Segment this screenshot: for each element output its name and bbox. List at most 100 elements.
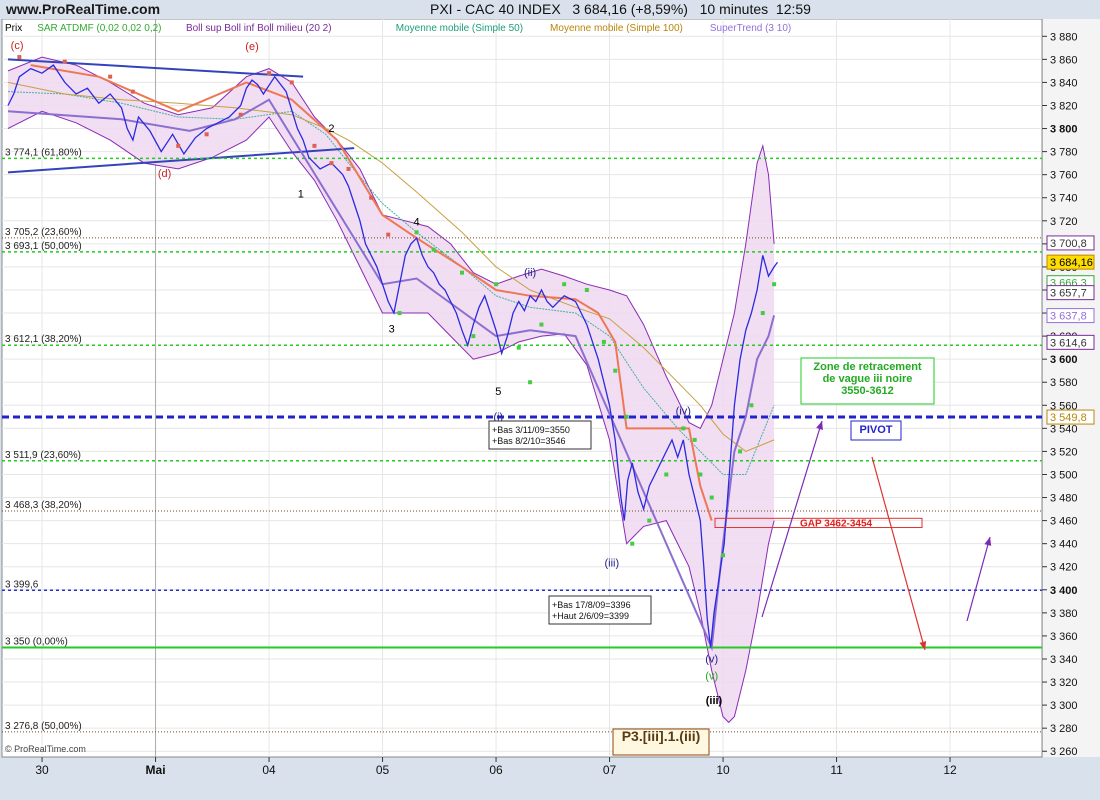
sar-dot bbox=[664, 472, 669, 477]
sar-dot bbox=[289, 80, 294, 85]
y-tick-label: 3 320 bbox=[1050, 677, 1078, 689]
y-tick-label: 3 440 bbox=[1050, 539, 1078, 551]
wave-label: (v) bbox=[705, 653, 718, 665]
sar-dot bbox=[494, 282, 499, 287]
fib-level-label: 3 350 (0,00%) bbox=[5, 636, 68, 647]
y-tick-label: 3 580 bbox=[1050, 377, 1078, 389]
legend-entry: Moyenne mobile (Simple 50) bbox=[396, 23, 523, 34]
x-tick-label: 05 bbox=[376, 763, 390, 777]
sar-dot bbox=[176, 143, 181, 148]
site-name: www.ProRealTime.com bbox=[6, 1, 161, 17]
price-tag-label: 3 614,6 bbox=[1050, 337, 1087, 349]
y-tick-label: 3 540 bbox=[1050, 423, 1078, 435]
wave-label: 1 bbox=[298, 189, 304, 201]
sar-dot bbox=[601, 339, 606, 344]
instrument-name: PXI - CAC 40 INDEX bbox=[430, 1, 561, 17]
x-tick-label: 10 bbox=[716, 763, 730, 777]
sar-dot bbox=[346, 166, 351, 171]
y-tick-label: 3 280 bbox=[1050, 723, 1078, 735]
y-tick-label: 3 500 bbox=[1050, 469, 1078, 481]
price-tag-label: 3 549,8 bbox=[1050, 412, 1087, 424]
instrument-title: PXI - CAC 40 INDEX 3 684,16 (+8,59%) 10 … bbox=[430, 1, 811, 17]
y-tick-label: 3 480 bbox=[1050, 493, 1078, 505]
fib-level-label: 3 511,9 (23,60%) bbox=[5, 450, 81, 461]
wave-label: 2 bbox=[328, 123, 334, 135]
sar-dot bbox=[772, 282, 777, 287]
bas-box-2-text: +Haut 2/6/09=3399 bbox=[552, 611, 629, 621]
sar-dot bbox=[709, 495, 714, 500]
y-tick-label: 3 260 bbox=[1050, 746, 1078, 758]
y-tick-label: 3 600 bbox=[1050, 354, 1078, 366]
fib-level-label: 3 399,6 bbox=[5, 579, 39, 590]
sar-dot bbox=[130, 89, 135, 94]
retracement-zone-box-text: de vague iii noire bbox=[823, 373, 913, 385]
wave-label: (iii) bbox=[604, 558, 619, 570]
y-tick-label: 3 760 bbox=[1050, 170, 1078, 182]
sar-dot bbox=[630, 541, 635, 546]
y-tick-label: 3 720 bbox=[1050, 216, 1078, 228]
sar-dot bbox=[267, 71, 272, 76]
sar-dot bbox=[460, 270, 464, 275]
y-tick-label: 3 780 bbox=[1050, 147, 1078, 159]
fib-level-label: 3 276,8 (50,00%) bbox=[5, 721, 82, 732]
y-tick-label: 3 820 bbox=[1050, 100, 1078, 112]
x-tick-label: 12 bbox=[943, 763, 957, 777]
y-tick-label: 3 360 bbox=[1050, 631, 1078, 643]
sar-dot bbox=[17, 55, 22, 60]
x-tick-label: Mai bbox=[146, 763, 166, 777]
sar-dot bbox=[312, 143, 317, 148]
wave-label: (v) bbox=[705, 671, 718, 683]
title-bar: www.ProRealTime.com PXI - CAC 40 INDEX 3… bbox=[0, 0, 1100, 19]
sar-dot bbox=[329, 161, 334, 166]
sar-dot bbox=[647, 518, 652, 523]
y-tick-label: 3 340 bbox=[1050, 654, 1078, 666]
p3-box-text: P3.[iii].1.(iii) bbox=[622, 728, 701, 744]
y-tick-label: 3 520 bbox=[1050, 446, 1078, 458]
wave-label: 3 bbox=[389, 324, 395, 336]
retracement-zone-box-text: 3550-3612 bbox=[841, 385, 894, 397]
price-tag-label: 3 700,8 bbox=[1050, 238, 1087, 250]
y-tick-label: 3 380 bbox=[1050, 608, 1078, 620]
sar-dot bbox=[471, 334, 476, 339]
sar-dot bbox=[760, 311, 765, 316]
pivot-box-text: PIVOT bbox=[859, 424, 892, 436]
price-tag-label: 3 684,16 bbox=[1050, 257, 1093, 269]
fib-level-label: 3 693,1 (50,00%) bbox=[5, 241, 82, 252]
sar-dot bbox=[528, 380, 533, 385]
sar-dot bbox=[749, 403, 754, 408]
legend-entry: Moyenne mobile (Simple 100) bbox=[550, 23, 683, 34]
price-tag-label: 3 637,8 bbox=[1050, 311, 1087, 323]
sar-dot bbox=[539, 322, 544, 327]
clock-time: 12:59 bbox=[775, 1, 811, 17]
wave-label: (ii) bbox=[524, 267, 536, 279]
timeframe: 10 minutes bbox=[699, 1, 769, 17]
price-tag-label: 3 657,7 bbox=[1050, 288, 1087, 300]
sar-dot bbox=[562, 282, 567, 287]
x-tick-label: 06 bbox=[489, 763, 503, 777]
wave-label: (d) bbox=[158, 168, 171, 180]
y-tick-label: 3 400 bbox=[1050, 585, 1078, 597]
watermark: © ProRealTime.com bbox=[5, 744, 86, 754]
sar-dot bbox=[681, 426, 686, 431]
bas-box-2-text: +Bas 17/8/09=3396 bbox=[552, 600, 631, 610]
sar-dot bbox=[108, 74, 113, 79]
sar-dot bbox=[386, 232, 391, 237]
sar-dot bbox=[414, 230, 419, 235]
x-tick-label: 30 bbox=[35, 763, 49, 777]
sar-dot bbox=[698, 472, 703, 477]
x-axis: 30 Mai 04 05 06 07 10 11 12 bbox=[35, 757, 957, 777]
instrument-price: 3 684,16 (+8,59%) bbox=[572, 1, 688, 17]
wave-label: (iii) bbox=[706, 695, 723, 707]
wave-label: (iv) bbox=[676, 406, 691, 418]
sar-dot bbox=[204, 132, 209, 137]
price-chart[interactable]: 3 774,1 (61,80%) 3 705,2 (23,60%) 3 693,1 … bbox=[0, 19, 1100, 800]
bas-box-1-text: +Bas 8/2/10=3546 bbox=[492, 436, 566, 446]
sar-dot bbox=[738, 449, 743, 454]
bas-box-1-text: +Bas 3/11/09=3550 bbox=[492, 425, 570, 435]
x-tick-label: 07 bbox=[603, 763, 617, 777]
wave-label: (e) bbox=[245, 41, 258, 53]
wave-label: (c) bbox=[11, 40, 24, 52]
sar-dot bbox=[516, 345, 521, 350]
sar-dot bbox=[692, 437, 697, 442]
gap-label: GAP 3462-3454 bbox=[800, 518, 873, 529]
